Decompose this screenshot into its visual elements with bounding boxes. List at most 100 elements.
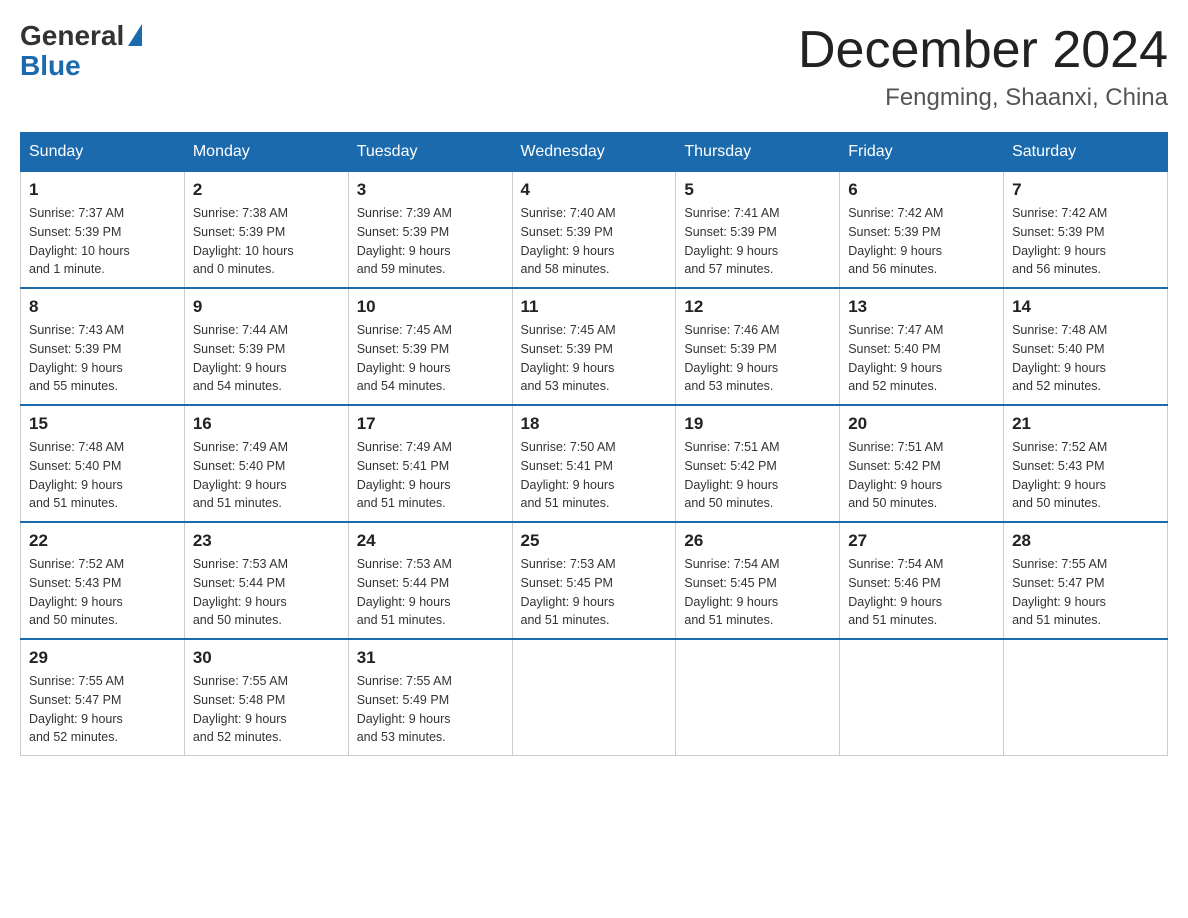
day-info: Sunrise: 7:49 AMSunset: 5:41 PMDaylight:… bbox=[357, 438, 504, 513]
calendar-cell bbox=[840, 639, 1004, 756]
day-number: 8 bbox=[29, 297, 176, 317]
day-info: Sunrise: 7:38 AMSunset: 5:39 PMDaylight:… bbox=[193, 204, 340, 279]
day-info: Sunrise: 7:49 AMSunset: 5:40 PMDaylight:… bbox=[193, 438, 340, 513]
day-info: Sunrise: 7:45 AMSunset: 5:39 PMDaylight:… bbox=[357, 321, 504, 396]
day-info: Sunrise: 7:47 AMSunset: 5:40 PMDaylight:… bbox=[848, 321, 995, 396]
day-number: 22 bbox=[29, 531, 176, 551]
calendar-table: SundayMondayTuesdayWednesdayThursdayFrid… bbox=[20, 132, 1168, 756]
location-title: Fengming, Shaanxi, China bbox=[798, 84, 1168, 112]
day-number: 21 bbox=[1012, 414, 1159, 434]
day-info: Sunrise: 7:42 AMSunset: 5:39 PMDaylight:… bbox=[848, 204, 995, 279]
calendar-week-row: 8 Sunrise: 7:43 AMSunset: 5:39 PMDaylight… bbox=[21, 288, 1168, 405]
calendar-cell: 10 Sunrise: 7:45 AMSunset: 5:39 PMDayligh… bbox=[348, 288, 512, 405]
calendar-week-row: 29 Sunrise: 7:55 AMSunset: 5:47 PMDayligh… bbox=[21, 639, 1168, 756]
logo-general-text: General bbox=[20, 20, 124, 52]
calendar-cell: 18 Sunrise: 7:50 AMSunset: 5:41 PMDayligh… bbox=[512, 405, 676, 522]
day-info: Sunrise: 7:55 AMSunset: 5:47 PMDaylight:… bbox=[29, 672, 176, 747]
day-number: 20 bbox=[848, 414, 995, 434]
day-info: Sunrise: 7:48 AMSunset: 5:40 PMDaylight:… bbox=[1012, 321, 1159, 396]
weekday-header-sunday: Sunday bbox=[21, 133, 185, 172]
day-number: 16 bbox=[193, 414, 340, 434]
day-info: Sunrise: 7:53 AMSunset: 5:45 PMDaylight:… bbox=[521, 555, 668, 630]
calendar-cell: 25 Sunrise: 7:53 AMSunset: 5:45 PMDayligh… bbox=[512, 522, 676, 639]
calendar-cell: 21 Sunrise: 7:52 AMSunset: 5:43 PMDayligh… bbox=[1004, 405, 1168, 522]
day-number: 4 bbox=[521, 180, 668, 200]
calendar-cell bbox=[676, 639, 840, 756]
day-info: Sunrise: 7:44 AMSunset: 5:39 PMDaylight:… bbox=[193, 321, 340, 396]
logo-blue-text: Blue bbox=[20, 52, 81, 80]
calendar-cell: 28 Sunrise: 7:55 AMSunset: 5:47 PMDayligh… bbox=[1004, 522, 1168, 639]
weekday-header-tuesday: Tuesday bbox=[348, 133, 512, 172]
day-number: 28 bbox=[1012, 531, 1159, 551]
day-number: 3 bbox=[357, 180, 504, 200]
calendar-cell: 20 Sunrise: 7:51 AMSunset: 5:42 PMDayligh… bbox=[840, 405, 1004, 522]
weekday-header-wednesday: Wednesday bbox=[512, 133, 676, 172]
day-info: Sunrise: 7:52 AMSunset: 5:43 PMDaylight:… bbox=[1012, 438, 1159, 513]
calendar-cell: 22 Sunrise: 7:52 AMSunset: 5:43 PMDayligh… bbox=[21, 522, 185, 639]
day-number: 24 bbox=[357, 531, 504, 551]
calendar-cell: 13Sunrise: 7:47 AMSunset: 5:40 PMDayligh… bbox=[840, 288, 1004, 405]
calendar-cell: 11Sunrise: 7:45 AMSunset: 5:39 PMDayligh… bbox=[512, 288, 676, 405]
day-info: Sunrise: 7:53 AMSunset: 5:44 PMDaylight:… bbox=[357, 555, 504, 630]
calendar-week-row: 22 Sunrise: 7:52 AMSunset: 5:43 PMDayligh… bbox=[21, 522, 1168, 639]
calendar-cell: 12Sunrise: 7:46 AMSunset: 5:39 PMDayligh… bbox=[676, 288, 840, 405]
calendar-cell: 24 Sunrise: 7:53 AMSunset: 5:44 PMDayligh… bbox=[348, 522, 512, 639]
day-info: Sunrise: 7:54 AMSunset: 5:46 PMDaylight:… bbox=[848, 555, 995, 630]
day-number: 29 bbox=[29, 648, 176, 668]
calendar-cell: 1Sunrise: 7:37 AMSunset: 5:39 PMDaylight… bbox=[21, 172, 185, 289]
day-number: 11 bbox=[521, 297, 668, 317]
day-number: 18 bbox=[521, 414, 668, 434]
day-info: Sunrise: 7:51 AMSunset: 5:42 PMDaylight:… bbox=[684, 438, 831, 513]
title-section: December 2024 Fengming, Shaanxi, China bbox=[798, 20, 1168, 112]
page-header: General Blue December 2024 Fengming, Sha… bbox=[20, 20, 1168, 112]
calendar-cell: 8 Sunrise: 7:43 AMSunset: 5:39 PMDaylight… bbox=[21, 288, 185, 405]
calendar-week-row: 1Sunrise: 7:37 AMSunset: 5:39 PMDaylight… bbox=[21, 172, 1168, 289]
calendar-cell: 3 Sunrise: 7:39 AMSunset: 5:39 PMDaylight… bbox=[348, 172, 512, 289]
day-number: 6 bbox=[848, 180, 995, 200]
day-info: Sunrise: 7:43 AMSunset: 5:39 PMDaylight:… bbox=[29, 321, 176, 396]
day-info: Sunrise: 7:39 AMSunset: 5:39 PMDaylight:… bbox=[357, 204, 504, 279]
day-number: 15 bbox=[29, 414, 176, 434]
logo-triangle-icon bbox=[128, 24, 142, 46]
day-info: Sunrise: 7:41 AMSunset: 5:39 PMDaylight:… bbox=[684, 204, 831, 279]
day-info: Sunrise: 7:46 AMSunset: 5:39 PMDaylight:… bbox=[684, 321, 831, 396]
calendar-cell bbox=[1004, 639, 1168, 756]
calendar-cell: 26 Sunrise: 7:54 AMSunset: 5:45 PMDayligh… bbox=[676, 522, 840, 639]
day-number: 14 bbox=[1012, 297, 1159, 317]
day-number: 25 bbox=[521, 531, 668, 551]
day-number: 23 bbox=[193, 531, 340, 551]
day-number: 30 bbox=[193, 648, 340, 668]
weekday-header-saturday: Saturday bbox=[1004, 133, 1168, 172]
calendar-cell: 30 Sunrise: 7:55 AMSunset: 5:48 PMDayligh… bbox=[184, 639, 348, 756]
calendar-cell: 2 Sunrise: 7:38 AMSunset: 5:39 PMDaylight… bbox=[184, 172, 348, 289]
calendar-cell: 23 Sunrise: 7:53 AMSunset: 5:44 PMDayligh… bbox=[184, 522, 348, 639]
day-number: 2 bbox=[193, 180, 340, 200]
weekday-header-friday: Friday bbox=[840, 133, 1004, 172]
day-info: Sunrise: 7:55 AMSunset: 5:48 PMDaylight:… bbox=[193, 672, 340, 747]
calendar-cell: 27Sunrise: 7:54 AMSunset: 5:46 PMDayligh… bbox=[840, 522, 1004, 639]
day-number: 17 bbox=[357, 414, 504, 434]
day-number: 10 bbox=[357, 297, 504, 317]
day-number: 9 bbox=[193, 297, 340, 317]
day-info: Sunrise: 7:37 AMSunset: 5:39 PMDaylight:… bbox=[29, 204, 176, 279]
calendar-cell: 29 Sunrise: 7:55 AMSunset: 5:47 PMDayligh… bbox=[21, 639, 185, 756]
day-number: 5 bbox=[684, 180, 831, 200]
calendar-cell: 7Sunrise: 7:42 AMSunset: 5:39 PMDaylight… bbox=[1004, 172, 1168, 289]
day-info: Sunrise: 7:54 AMSunset: 5:45 PMDaylight:… bbox=[684, 555, 831, 630]
day-info: Sunrise: 7:51 AMSunset: 5:42 PMDaylight:… bbox=[848, 438, 995, 513]
day-info: Sunrise: 7:40 AMSunset: 5:39 PMDaylight:… bbox=[521, 204, 668, 279]
day-info: Sunrise: 7:48 AMSunset: 5:40 PMDaylight:… bbox=[29, 438, 176, 513]
logo: General Blue bbox=[20, 20, 142, 80]
weekday-header-monday: Monday bbox=[184, 133, 348, 172]
day-info: Sunrise: 7:55 AMSunset: 5:47 PMDaylight:… bbox=[1012, 555, 1159, 630]
day-info: Sunrise: 7:55 AMSunset: 5:49 PMDaylight:… bbox=[357, 672, 504, 747]
day-info: Sunrise: 7:52 AMSunset: 5:43 PMDaylight:… bbox=[29, 555, 176, 630]
calendar-cell: 15 Sunrise: 7:48 AMSunset: 5:40 PMDayligh… bbox=[21, 405, 185, 522]
day-number: 31 bbox=[357, 648, 504, 668]
weekday-header-row: SundayMondayTuesdayWednesdayThursdayFrid… bbox=[21, 133, 1168, 172]
day-info: Sunrise: 7:50 AMSunset: 5:41 PMDaylight:… bbox=[521, 438, 668, 513]
calendar-cell: 31 Sunrise: 7:55 AMSunset: 5:49 PMDayligh… bbox=[348, 639, 512, 756]
day-info: Sunrise: 7:53 AMSunset: 5:44 PMDaylight:… bbox=[193, 555, 340, 630]
day-number: 26 bbox=[684, 531, 831, 551]
day-number: 7 bbox=[1012, 180, 1159, 200]
